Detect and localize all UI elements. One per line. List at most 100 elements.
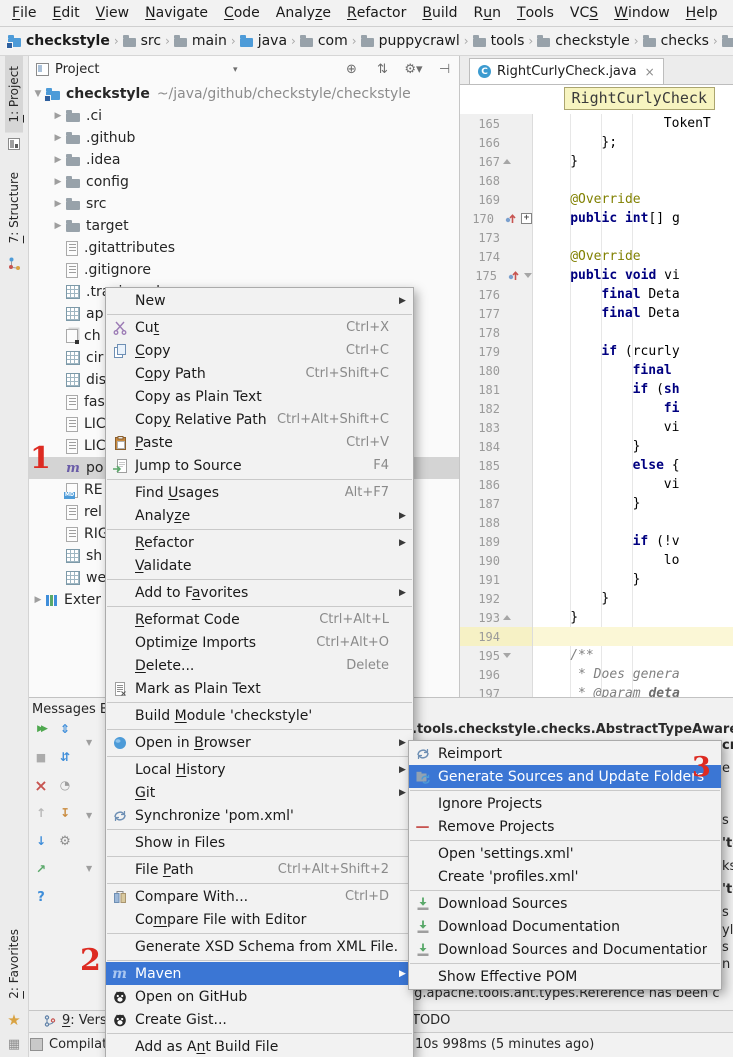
menu-item-find-usages[interactable]: Find UsagesAlt+F7 (106, 481, 413, 504)
collapsed-arrow-icon[interactable]: ▶ (50, 221, 66, 231)
menu-item-mark-as-plain-text[interactable]: Mark as Plain Text (106, 677, 413, 700)
menu-item-compare-file-with-editor[interactable]: Compare File with Editor (106, 908, 413, 931)
expand-all-icon[interactable]: ⇕ (56, 720, 74, 738)
chevron-down-icon[interactable]: ▼ (86, 738, 92, 747)
collapsed-arrow-icon[interactable]: ▶ (50, 133, 66, 143)
collapse-all-icon[interactable]: ⇵ (56, 748, 74, 766)
menu-item-copy-path[interactable]: Copy PathCtrl+Shift+C (106, 362, 413, 385)
menu-item-download-sources-and-documentation[interactable]: Download Sources and Documentation (409, 938, 721, 961)
menu-item-maven[interactable]: mMaven▶ (106, 962, 413, 985)
menubar-item-vcs[interactable]: VCS (562, 0, 606, 26)
menubar-item-view[interactable]: View (88, 0, 138, 26)
menu-item-delete[interactable]: Delete...Delete (106, 654, 413, 677)
toolwindow-tab-1-project[interactable]: 1: Project (5, 56, 23, 133)
menu-item-copy-relative-path[interactable]: Copy Relative PathCtrl+Alt+Shift+C (106, 408, 413, 431)
menubar-item-navigate[interactable]: Navigate (137, 0, 216, 26)
tree-row-config[interactable]: ▶config (28, 171, 459, 193)
menu-item-validate[interactable]: Validate (106, 554, 413, 577)
menu-item-generate-sources-and-update-folders[interactable]: Generate Sources and Update Folders (409, 765, 721, 788)
hide-icon[interactable]: ⊣ (436, 62, 453, 77)
pause-output-icon[interactable]: ◔ (56, 776, 74, 794)
menu-item-analyze[interactable]: Analyze▶ (106, 504, 413, 527)
breadcrumb-checks[interactable]: checks (643, 33, 709, 49)
menu-item-open-settings-xml[interactable]: Open 'settings.xml' (409, 842, 721, 865)
toolwindow-tab-2-favorites[interactable]: 2: Favorites (5, 919, 23, 1009)
menu-item-generate-xsd-schema-from-xml-file[interactable]: Generate XSD Schema from XML File... (106, 935, 413, 958)
tree-row-checkstyle[interactable]: ▼checkstyle~/java/github/checkstyle/chec… (28, 83, 459, 105)
todo-tab[interactable]: TODO (412, 1013, 450, 1028)
menu-item-new[interactable]: New▶ (106, 289, 413, 312)
breadcrumb-puppycrawl[interactable]: puppycrawl (361, 33, 460, 49)
menu-item-add-to-favorites[interactable]: Add to Favorites▶ (106, 581, 413, 604)
up-icon[interactable]: ↑ (32, 804, 50, 822)
menu-item-reformat-code[interactable]: Reformat CodeCtrl+Alt+L (106, 608, 413, 631)
help-icon[interactable]: ? (32, 888, 50, 906)
download-tray-icon[interactable]: ↧ (56, 804, 74, 822)
menubar-item-tools[interactable]: Tools (509, 0, 562, 26)
menu-item-open-in-browser[interactable]: Open in Browser▶ (106, 731, 413, 754)
menubar-item-analyze[interactable]: Analyze (268, 0, 339, 26)
collapsed-arrow-icon[interactable]: ▶ (50, 111, 66, 121)
fold-end-icon[interactable] (503, 615, 511, 620)
locate-icon[interactable]: ⊕ (343, 62, 360, 77)
collapsed-arrow-icon[interactable]: ▶ (30, 595, 46, 605)
menu-item-git[interactable]: Git▶ (106, 781, 413, 804)
breadcrumb-checkstyle[interactable]: checkstyle (537, 33, 630, 49)
toolwindow-tab-7-structure[interactable]: 7: Structure (5, 162, 23, 253)
menu-item-copy-as-plain-text[interactable]: Copy as Plain Text (106, 385, 413, 408)
menu-item-show-effective-pom[interactable]: Show Effective POM (409, 965, 721, 988)
menu-item-compare-with[interactable]: Compare With...Ctrl+D (106, 885, 413, 908)
menu-item-reimport[interactable]: Reimport (409, 742, 721, 765)
tree-row-ci[interactable]: ▶.ci (28, 105, 459, 127)
tree-row-github[interactable]: ▶.github (28, 127, 459, 149)
menubar-item-refactor[interactable]: Refactor (339, 0, 414, 26)
editor-tab[interactable]: C RightCurlyCheck.java × (469, 58, 664, 84)
tree-row-idea[interactable]: ▶.idea (28, 149, 459, 171)
close-icon[interactable]: × (32, 776, 50, 794)
menu-item-copy[interactable]: CopyCtrl+C (106, 339, 413, 362)
menubar-item-edit[interactable]: Edit (44, 0, 87, 26)
menubar-item-build[interactable]: Build (414, 0, 465, 26)
menu-item-local-history[interactable]: Local History▶ (106, 758, 413, 781)
chevron-down-icon[interactable]: ▾ (233, 65, 238, 75)
menubar-item-help[interactable]: Help (678, 0, 726, 26)
close-icon[interactable]: × (645, 65, 655, 79)
menu-item-open-on-github[interactable]: Open on GitHub (106, 985, 413, 1008)
menu-item-file-path[interactable]: File PathCtrl+Alt+Shift+2 (106, 858, 413, 881)
menu-item-jump-to-source[interactable]: Jump to SourceF4 (106, 454, 413, 477)
menu-item-optimize-imports[interactable]: Optimize ImportsCtrl+Alt+O (106, 631, 413, 654)
menu-item-download-documentation[interactable]: Download Documentation (409, 915, 721, 938)
settings-icon[interactable]: ⚙▾ (405, 62, 422, 77)
fold-plus-icon[interactable]: + (521, 213, 532, 224)
chevron-down-icon[interactable]: ▼ (86, 864, 92, 873)
menu-item-show-in-files[interactable]: Show in Files (106, 831, 413, 854)
collapsed-arrow-icon[interactable]: ▶ (50, 155, 66, 165)
breadcrumb-tools[interactable]: tools (473, 33, 525, 49)
tree-row-gitattributes[interactable]: .gitattributes (28, 237, 459, 259)
menubar-item-code[interactable]: Code (216, 0, 268, 26)
toolwindow-switcher-icon[interactable]: ▦ (8, 1037, 20, 1052)
down-icon[interactable]: ↓ (32, 832, 50, 850)
breadcrumb-main[interactable]: main (174, 33, 227, 49)
menu-item-create-gist[interactable]: Create Gist... (106, 1008, 413, 1031)
menubar-item-run[interactable]: Run (466, 0, 509, 26)
menu-item-refactor[interactable]: Refactor▶ (106, 531, 413, 554)
menu-item-remove-projects[interactable]: —Remove Projects (409, 815, 721, 838)
collapsed-arrow-icon[interactable]: ▶ (50, 199, 66, 209)
stop-icon[interactable]: ■ (32, 748, 50, 766)
menu-item-build-module-checkstyle[interactable]: Build Module 'checkstyle' (106, 704, 413, 727)
fold-end-icon[interactable] (503, 159, 511, 164)
menu-item-create-profiles-xml[interactable]: Create 'profiles.xml' (409, 865, 721, 888)
breadcrumb-checkstyle[interactable]: checkstyle (8, 33, 110, 49)
collapsed-arrow-icon[interactable]: ▶ (50, 177, 66, 187)
tree-row-target[interactable]: ▶target (28, 215, 459, 237)
menubar-item-file[interactable]: File (4, 0, 44, 26)
chevron-down-icon[interactable]: ▼ (86, 811, 92, 820)
menu-item-synchronize-pom-xml[interactable]: Synchronize 'pom.xml' (106, 804, 413, 827)
export-icon[interactable]: ↗ (32, 860, 50, 878)
code-viewport[interactable]: 165TokenT166};167}168169@Override170+pub… (460, 113, 733, 697)
menu-item-ignore-projects[interactable]: Ignore Projects (409, 792, 721, 815)
breadcrumb-com[interactable]: com (300, 33, 348, 49)
tree-row-gitignore[interactable]: .gitignore (28, 259, 459, 281)
fold-start-icon[interactable] (503, 653, 511, 658)
